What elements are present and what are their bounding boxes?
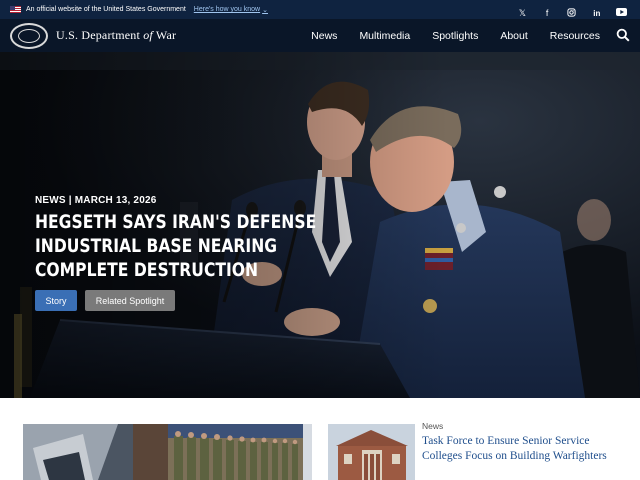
department-seal-logo[interactable] bbox=[10, 22, 48, 49]
heres-how-you-know-label: Here's how you know bbox=[193, 6, 261, 13]
facebook-icon[interactable]: f bbox=[540, 8, 554, 18]
hero-headline-line-3: COMPLETE DESTRUCTION bbox=[35, 259, 259, 281]
news-thumbnail-troops[interactable] bbox=[168, 424, 303, 480]
hero-headline-line-2: INDUSTRIAL BASE NEARING bbox=[35, 235, 278, 257]
hero-meta: NEWS | MARCH 13, 2026 bbox=[35, 195, 157, 206]
hero-banner[interactable]: NEWS | MARCH 13, 2026 HEGSETH SAYS IRAN'… bbox=[0, 52, 640, 398]
seal-inner-ring bbox=[18, 28, 40, 43]
chevron-down-icon: ⌄ bbox=[262, 6, 268, 14]
news-thumbnail-college[interactable] bbox=[328, 424, 415, 480]
main-nav: News Multimedia Spotlights About Resourc… bbox=[311, 19, 600, 52]
news-thumbnail-pentagon[interactable] bbox=[23, 424, 168, 480]
nav-multimedia[interactable]: Multimedia bbox=[359, 30, 410, 42]
heres-how-you-know-link[interactable]: Here's how you know ⌄ bbox=[194, 6, 268, 14]
nav-spotlights[interactable]: Spotlights bbox=[432, 30, 478, 42]
linkedin-icon[interactable]: in bbox=[590, 9, 604, 18]
nav-about[interactable]: About bbox=[500, 30, 527, 42]
story-button[interactable]: Story bbox=[35, 290, 77, 311]
youtube-icon[interactable] bbox=[615, 8, 629, 18]
site-title-part: U.S. Department bbox=[56, 28, 144, 42]
official-site-text: An official website of the United States… bbox=[26, 6, 186, 13]
site-header: U.S. Department of War News Multimedia S… bbox=[0, 19, 640, 52]
related-spotlight-button[interactable]: Related Spotlight bbox=[85, 290, 175, 311]
news-strip: News Task Force to Ensure Senior Service… bbox=[0, 398, 640, 480]
nav-resources[interactable]: Resources bbox=[550, 30, 600, 42]
hero-headline-line-1: HEGSETH SAYS IRAN'S DEFENSE bbox=[35, 211, 317, 233]
site-title-part-end: War bbox=[152, 28, 177, 42]
carousel-divider bbox=[303, 424, 312, 480]
instagram-icon[interactable] bbox=[565, 7, 579, 19]
site-title-italic: of bbox=[143, 28, 153, 42]
x-icon[interactable]: 𝕏 bbox=[515, 8, 529, 19]
news-card-title-link[interactable]: Task Force to Ensure Senior Service Coll… bbox=[422, 434, 622, 464]
hero-headline[interactable]: HEGSETH SAYS IRAN'S DEFENSE INDUSTRIAL B… bbox=[35, 210, 317, 282]
search-icon[interactable] bbox=[616, 28, 630, 42]
nav-news[interactable]: News bbox=[311, 30, 337, 42]
news-card-category: News bbox=[422, 421, 444, 431]
site-title[interactable]: U.S. Department of War bbox=[56, 28, 176, 43]
us-flag-icon bbox=[10, 6, 21, 13]
